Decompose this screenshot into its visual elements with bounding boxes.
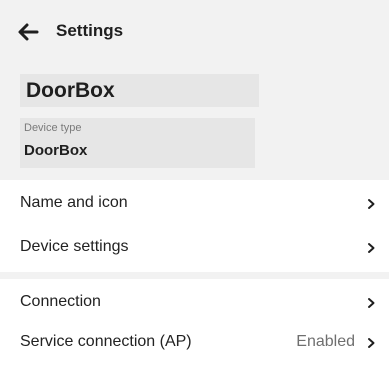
page-title: Settings [56,21,124,40]
chevron-right-icon [368,298,375,308]
menu-item-label: Device settings [20,238,129,255]
app-header: Settings [0,0,389,64]
menu-item-label: Name and icon [20,194,128,211]
settings-group-general: Name and icon Device settings [0,180,389,272]
arrow-left-icon [18,23,39,41]
settings-group-connection: Connection Service connection (AP) Enabl… [0,279,389,366]
device-type-label: Device type [24,122,82,134]
back-button[interactable] [14,18,42,46]
menu-item-connection[interactable]: Connection [0,281,389,325]
menu-item-label: Service connection (AP) [20,333,192,350]
chevron-right-icon [368,199,375,209]
menu-item-service-connection[interactable]: Service connection (AP) Enabled [0,321,389,365]
service-connection-status: Enabled [296,333,355,350]
device-type-value: DoorBox [24,142,88,159]
device-name: DoorBox [26,79,115,102]
menu-item-device-settings[interactable]: Device settings [0,226,389,270]
chevron-right-icon [368,338,375,348]
menu-item-label: Connection [20,293,101,310]
chevron-right-icon [368,243,375,253]
menu-item-name-and-icon[interactable]: Name and icon [0,182,389,226]
